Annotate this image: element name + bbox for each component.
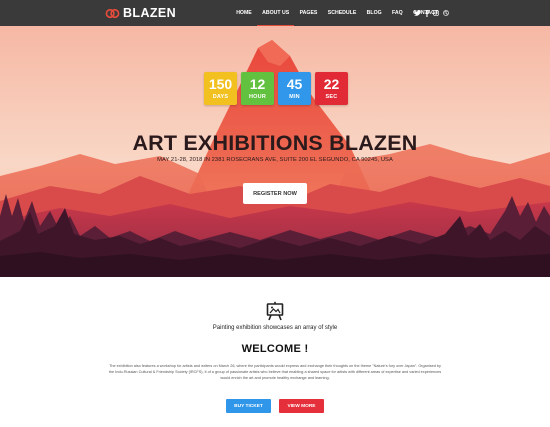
buy-ticket-button[interactable]: BUY TICKET [226,399,271,413]
social-links [413,0,451,26]
site-header: BLAZEN HOME ABOUT US PAGES SCHEDULE BLOG… [0,0,550,26]
cta-buttons: BUY TICKET VIEW MORE [0,399,550,413]
nav-faq[interactable]: FAQ [387,0,408,26]
countdown-seconds-label: SEC [325,94,338,100]
event-countdown: 150 DAYS 12 HOUR 45 MIN 22 SEC [204,72,348,105]
countdown-seconds: 22 SEC [315,72,348,105]
nav-blog[interactable]: BLOG [361,0,386,26]
logo-mark-icon [105,8,120,18]
countdown-minutes-value: 45 [286,76,303,92]
nav-pages[interactable]: PAGES [294,0,322,26]
welcome-heading: WELCOME ! [241,343,309,355]
easel-icon [266,301,284,321]
nav-home[interactable]: HOME [231,0,257,26]
countdown-days-label: DAYS [212,94,229,100]
countdown-minutes: 45 MIN [278,72,311,105]
twitter-icon[interactable] [413,9,421,17]
brand-name: BLAZEN [123,6,177,20]
register-now-button[interactable]: REGISTER NOW [243,183,307,204]
dribbble-icon[interactable] [442,9,450,17]
nav-about-us[interactable]: ABOUT US [256,0,295,26]
countdown-hours-label: HOUR [249,94,266,100]
nav-schedule[interactable]: SCHEDULE [323,0,362,26]
countdown-hours: 12 HOUR [241,72,274,105]
view-more-button[interactable]: VIEW MORE [279,399,324,413]
countdown-seconds-value: 22 [323,76,340,92]
countdown-hours-value: 12 [249,76,266,92]
brand-logo[interactable]: BLAZEN [105,5,176,21]
section-tagline: Painting exhibition showcases an array o… [212,325,338,331]
countdown-days: 150 DAYS [204,72,237,105]
hero-title: ART EXHIBITIONS BLAZEN [132,131,418,155]
main-nav: HOME ABOUT US PAGES SCHEDULE BLOG FAQ CO… [231,0,443,26]
hero-event-details: MAY 21-28, 2018 IN 2381 ROSECRANS AVE, S… [157,157,393,163]
countdown-minutes-label: MIN [289,94,300,100]
intro-paragraph: The exhibition also features a workshop … [108,364,442,381]
countdown-days-value: 150 [208,76,233,92]
hero-section: 150 DAYS 12 HOUR 45 MIN 22 SEC ART EXHIB… [0,26,550,277]
facebook-icon[interactable] [423,9,431,17]
instagram-icon[interactable] [432,9,440,17]
